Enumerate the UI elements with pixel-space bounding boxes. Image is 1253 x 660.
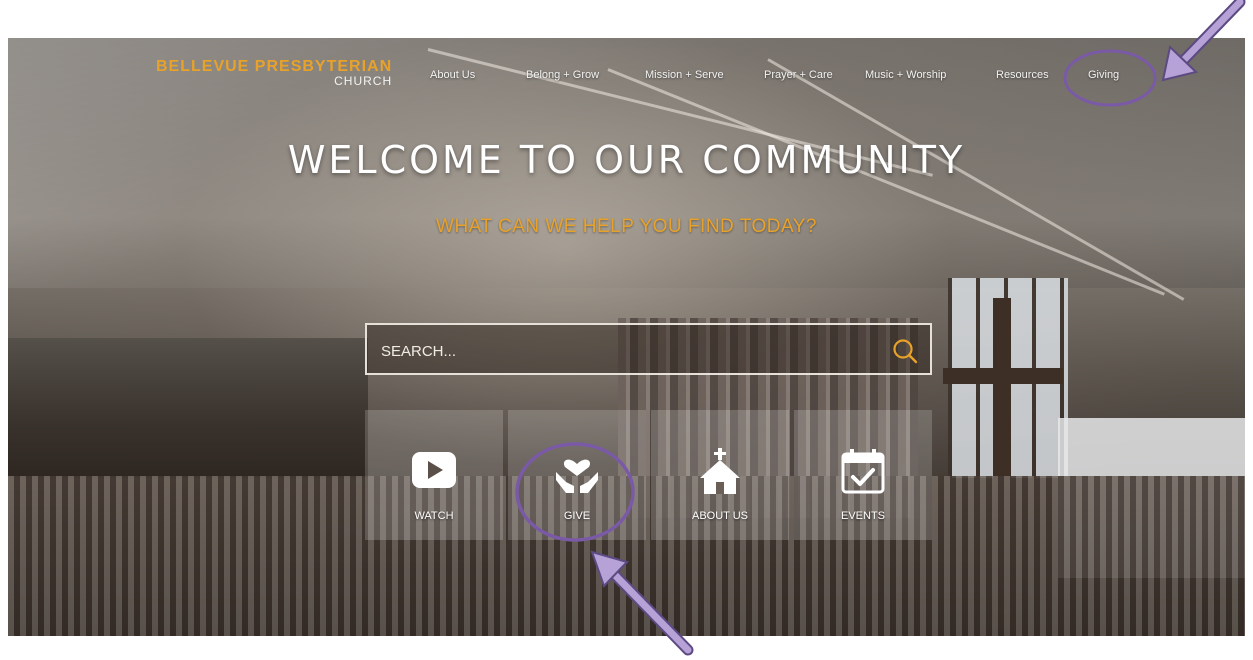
play-icon	[412, 452, 456, 488]
hero-subtitle: WHAT CAN WE HELP YOU FIND TODAY?	[436, 216, 817, 237]
tile-label-watch: WATCH	[414, 510, 454, 522]
quick-links: WATCH GIVE ABOUT US EVENTS	[365, 410, 932, 540]
nav-item-prayer-care[interactable]: Prayer + Care	[764, 69, 833, 81]
tile-events[interactable]: EVENTS	[794, 410, 932, 540]
search-box	[365, 323, 932, 375]
calendar-check-icon	[841, 449, 885, 494]
church-icon	[700, 448, 740, 494]
hands-heart-icon	[556, 459, 598, 493]
search-icon[interactable]	[890, 336, 920, 366]
tile-label-give: GIVE	[563, 510, 591, 522]
cross-bg	[943, 368, 1063, 384]
nav-item-mission-serve[interactable]: Mission + Serve	[645, 69, 724, 81]
hero-screenshot: BELLEVUE PRESBYTERIAN CHURCH About Us Be…	[8, 38, 1245, 636]
tile-label-events: EVENTS	[840, 510, 885, 522]
nav-item-giving[interactable]: Giving	[1088, 69, 1119, 81]
church-logo[interactable]: BELLEVUE PRESBYTERIAN CHURCH	[156, 58, 392, 88]
balcony-bg	[8, 338, 368, 478]
nav-item-belong-grow[interactable]: Belong + Grow	[526, 69, 599, 81]
search-input[interactable]	[379, 337, 863, 365]
tile-about-us[interactable]: ABOUT US	[651, 410, 789, 540]
hero-title: WELCOME TO OUR COMMUNITY	[287, 138, 966, 182]
tile-watch[interactable]: WATCH	[365, 410, 503, 540]
nav-item-resources[interactable]: Resources	[996, 69, 1049, 81]
tile-give[interactable]: GIVE	[508, 410, 646, 540]
tile-label-about-us: ABOUT US	[691, 510, 749, 522]
nav-item-music-worship[interactable]: Music + Worship	[865, 69, 946, 81]
logo-sub-text: CHURCH	[334, 74, 393, 88]
nav-item-about-us[interactable]: About Us	[430, 69, 475, 81]
